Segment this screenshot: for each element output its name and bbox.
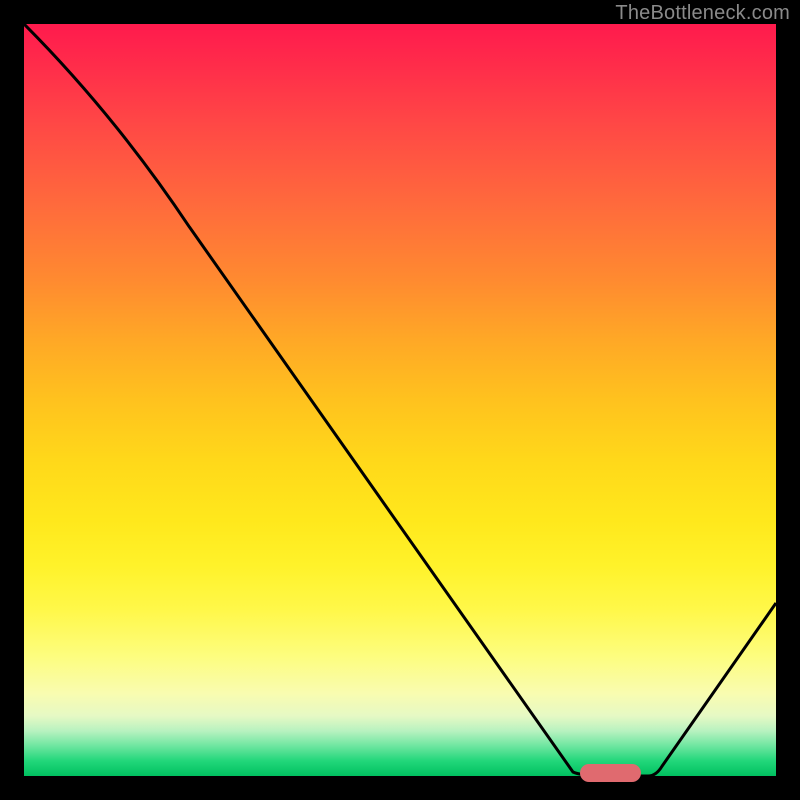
chart-frame: TheBottleneck.com [0, 0, 800, 800]
chart-plot-area [24, 24, 776, 776]
chart-curve [24, 24, 776, 776]
chart-curve-svg [24, 24, 776, 776]
watermark-text: TheBottleneck.com [615, 2, 790, 25]
optimum-marker [580, 764, 640, 782]
